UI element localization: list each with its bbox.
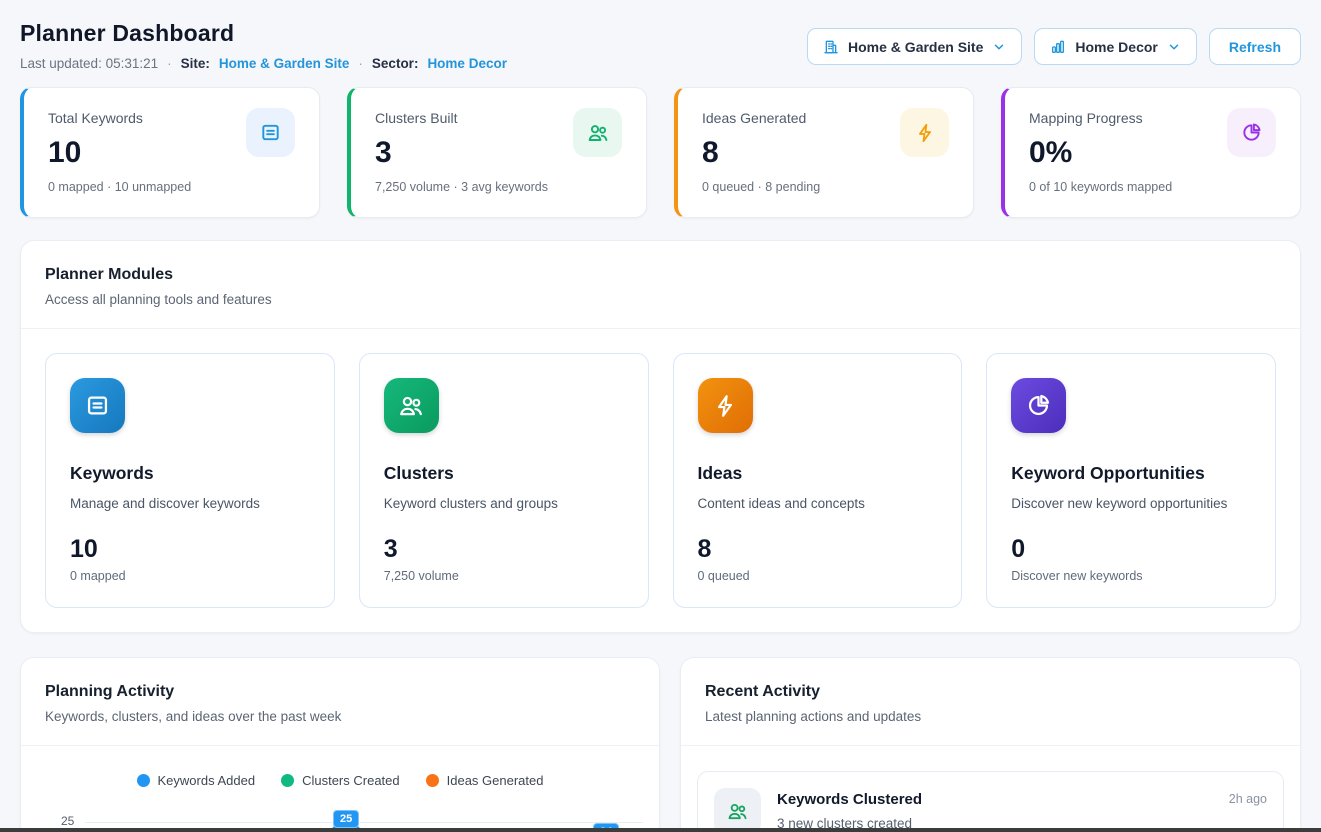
site-dropdown-button[interactable]: Home & Garden Site: [807, 28, 1022, 65]
chevron-down-icon: [1167, 40, 1181, 54]
site-label: Site:: [181, 56, 210, 71]
modules-grid: Keywords Manage and discover keywords 10…: [21, 329, 1300, 632]
planning-activity-chart: Keywords Added Clusters Created Ideas Ge…: [21, 746, 659, 832]
users-icon: [573, 108, 622, 157]
planning-activity-panel: Planning Activity Keywords, clusters, an…: [20, 657, 660, 832]
activity-title: Keywords Clustered: [777, 791, 1213, 808]
page-title: Planner Dashboard: [20, 20, 507, 47]
module-value: 8: [698, 535, 938, 564]
stat-subtext: 0 mapped · 10 unmapped: [48, 180, 295, 194]
bar-chart-icon: [1050, 39, 1066, 55]
section-title: Planner Modules: [45, 266, 1276, 284]
bottom-row: Planning Activity Keywords, clusters, an…: [20, 657, 1301, 832]
module-title: Clusters: [384, 463, 624, 484]
recent-activity-header: Recent Activity Latest planning actions …: [681, 658, 1300, 746]
module-title: Keyword Opportunities: [1011, 463, 1251, 484]
module-subtext: Discover new keywords: [1011, 569, 1251, 583]
document-icon: [246, 108, 295, 157]
sector-dropdown-button[interactable]: Home Decor: [1034, 28, 1196, 65]
recent-activity-panel: Recent Activity Latest planning actions …: [680, 657, 1301, 832]
activity-list: Keywords Clustered 3 new clusters create…: [681, 746, 1300, 832]
meta-separator: ·: [358, 56, 363, 71]
sector-dropdown-label: Home Decor: [1075, 39, 1157, 55]
module-card-ideas[interactable]: Ideas Content ideas and concepts 8 0 que…: [673, 353, 963, 608]
section-title: Planning Activity: [45, 683, 635, 701]
sector-link[interactable]: Home Decor: [427, 56, 507, 71]
page-meta: Last updated: 05:31:21 · Site: Home & Ga…: [20, 56, 507, 71]
site-dropdown-label: Home & Garden Site: [848, 39, 983, 55]
module-title: Ideas: [698, 463, 938, 484]
planner-modules-header: Planner Modules Access all planning tool…: [21, 241, 1300, 329]
activity-timestamp: 2h ago: [1229, 792, 1267, 806]
module-card-clusters[interactable]: Clusters Keyword clusters and groups 3 7…: [359, 353, 649, 608]
document-icon: [70, 378, 125, 433]
module-value: 3: [384, 535, 624, 564]
stat-card-total-keywords: Total Keywords 10 0 mapped · 10 unmapped: [20, 87, 320, 218]
users-icon: [714, 788, 761, 832]
screen-edge-bar: [0, 828, 1321, 832]
lightning-icon: [698, 378, 753, 433]
stat-card-ideas-generated: Ideas Generated 8 0 queued · 8 pending: [674, 87, 974, 218]
list-item: Keywords Clustered 3 new clusters create…: [697, 771, 1284, 832]
module-description: Content ideas and concepts: [698, 496, 938, 511]
module-card-keyword-opportunities[interactable]: Keyword Opportunities Discover new keywo…: [986, 353, 1276, 608]
sector-label: Sector:: [372, 56, 419, 71]
data-label-badge: 25: [333, 810, 359, 828]
module-description: Manage and discover keywords: [70, 496, 310, 511]
y-axis-tick: 25: [61, 814, 74, 828]
building-icon: [823, 39, 839, 55]
stat-card-clusters-built: Clusters Built 3 7,250 volume · 3 avg ke…: [347, 87, 647, 218]
last-updated-text: Last updated: 05:31:21: [20, 56, 158, 71]
lightning-icon: [900, 108, 949, 157]
module-subtext: 0 mapped: [70, 569, 310, 583]
toolbar: Home & Garden Site Home Decor Refresh: [807, 28, 1301, 65]
stat-subtext: 0 of 10 keywords mapped: [1029, 180, 1276, 194]
section-subtitle: Access all planning tools and features: [45, 292, 1276, 307]
planning-activity-header: Planning Activity Keywords, clusters, an…: [21, 658, 659, 746]
section-subtitle: Keywords, clusters, and ideas over the p…: [45, 709, 635, 724]
chevron-down-icon: [992, 40, 1006, 54]
module-subtext: 7,250 volume: [384, 569, 624, 583]
module-value: 0: [1011, 535, 1251, 564]
stat-subtext: 7,250 volume · 3 avg keywords: [375, 180, 622, 194]
activity-body: Keywords Clustered 3 new clusters create…: [777, 788, 1213, 831]
meta-separator: ·: [167, 56, 172, 71]
section-subtitle: Latest planning actions and updates: [705, 709, 1276, 724]
page-header: Planner Dashboard Last updated: 05:31:21…: [20, 20, 1301, 71]
stat-card-mapping-progress: Mapping Progress 0% 0 of 10 keywords map…: [1001, 87, 1301, 218]
stats-row: Total Keywords 10 0 mapped · 10 unmapped…: [20, 87, 1301, 218]
module-description: Keyword clusters and groups: [384, 496, 624, 511]
site-link[interactable]: Home & Garden Site: [219, 56, 350, 71]
module-title: Keywords: [70, 463, 310, 484]
module-card-keywords[interactable]: Keywords Manage and discover keywords 10…: [45, 353, 335, 608]
planner-modules-section: Planner Modules Access all planning tool…: [20, 240, 1301, 633]
module-description: Discover new keyword opportunities: [1011, 496, 1251, 511]
section-title: Recent Activity: [705, 683, 1276, 701]
refresh-button[interactable]: Refresh: [1209, 28, 1301, 65]
module-value: 10: [70, 535, 310, 564]
area-chart-svg: [85, 758, 647, 832]
module-subtext: 0 queued: [698, 569, 938, 583]
users-icon: [384, 378, 439, 433]
pie-chart-icon: [1227, 108, 1276, 157]
pie-chart-icon: [1011, 378, 1066, 433]
stat-subtext: 0 queued · 8 pending: [702, 180, 949, 194]
